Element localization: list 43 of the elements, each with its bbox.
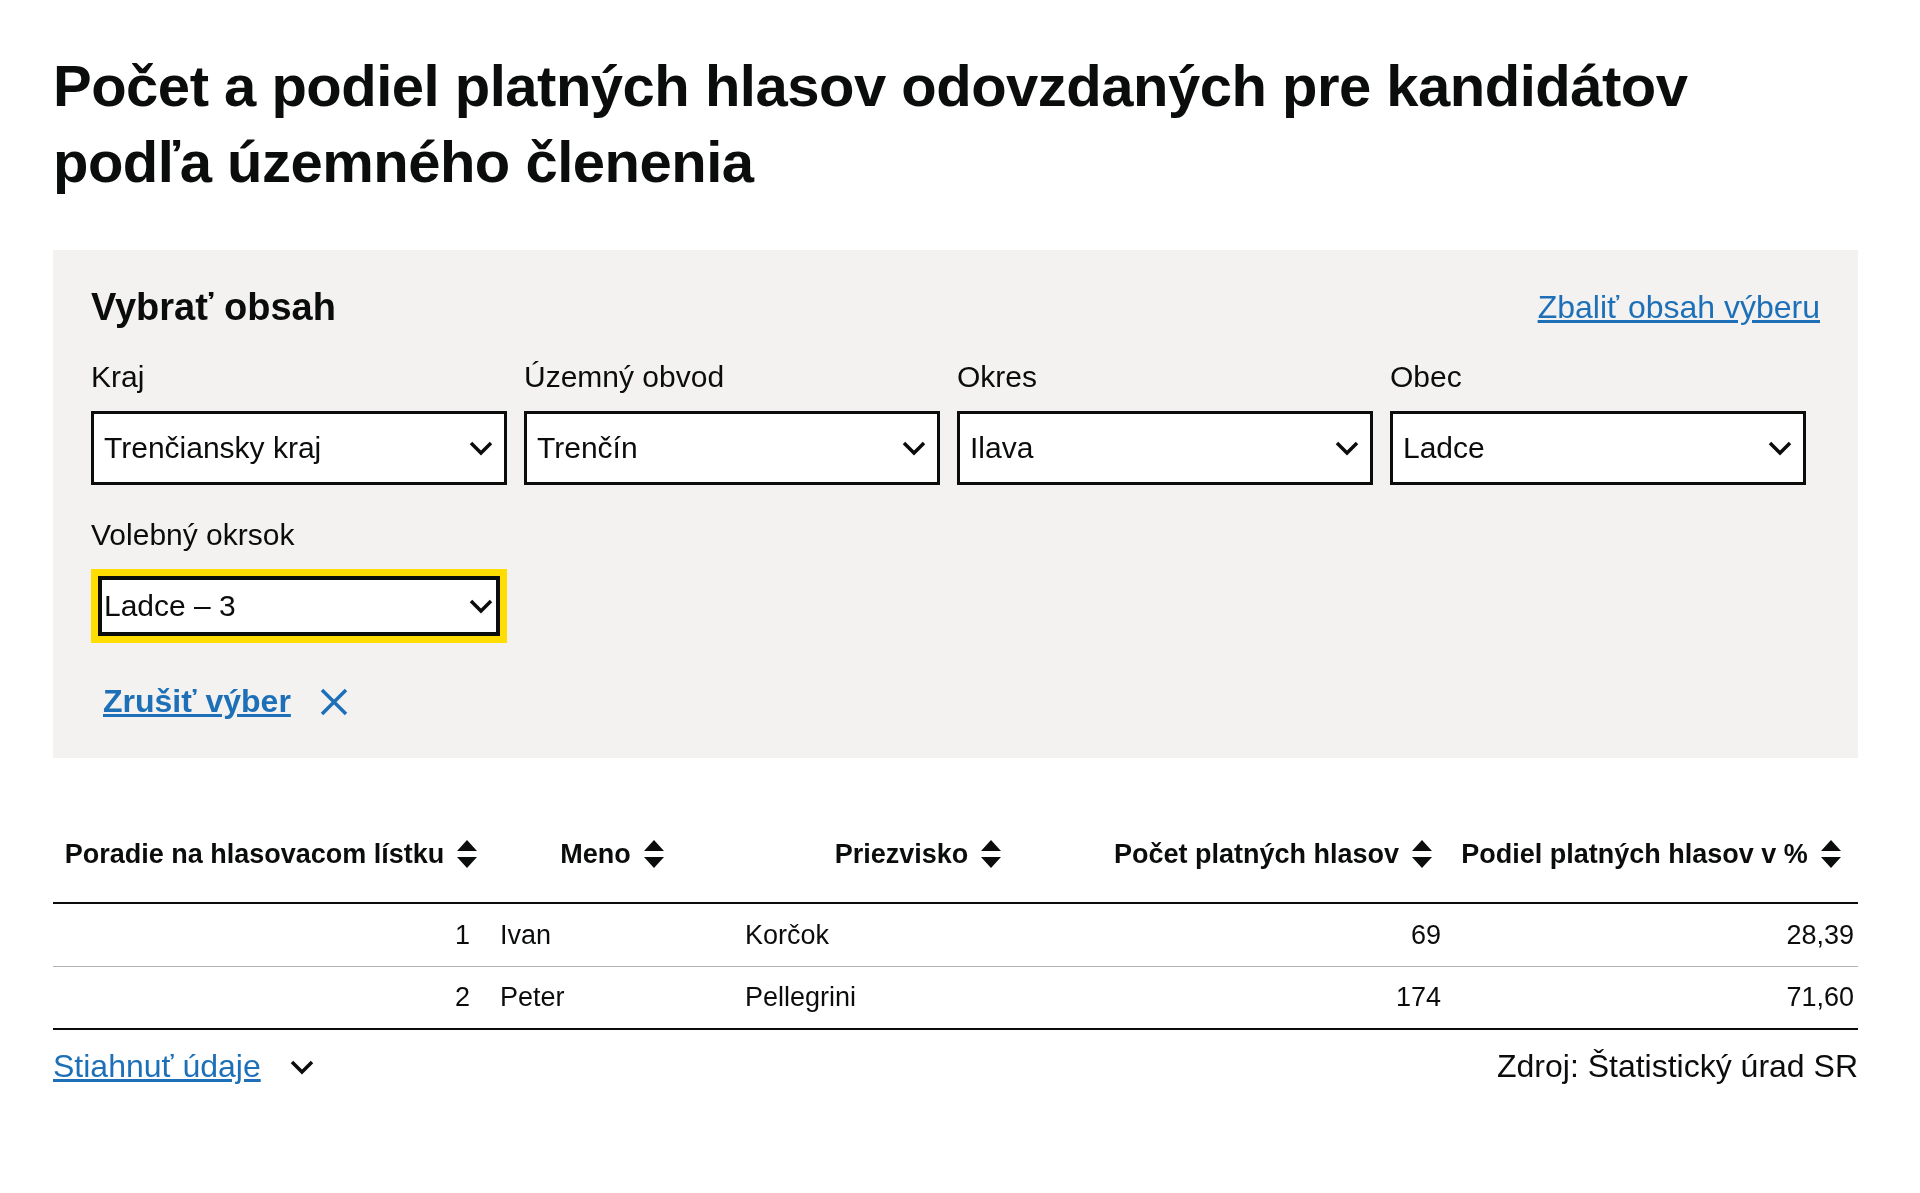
table-cell: Peter — [500, 982, 565, 1013]
dropdown-field[interactable]: Trenčiansky kraj — [91, 411, 507, 485]
source-note: Zdroj: Štatistický úrad SR — [1497, 1048, 1858, 1085]
field-label: Volebný okrsok — [91, 517, 296, 553]
clear-selection-link[interactable]: Zrušiť výber — [103, 683, 291, 720]
table-cell: Korčok — [745, 919, 830, 951]
column-header[interactable]: Poradie na hlasovacom lístku — [64, 834, 445, 874]
sort-icon[interactable] — [980, 839, 1003, 869]
page-title: Počet a podiel platných hlasov odovzdaných pre kandidátov podľa územného členenia — [53, 52, 1689, 196]
field-label: Okres — [957, 359, 1038, 395]
chevron-icon — [468, 440, 494, 456]
table-cell: 71,60 — [1786, 982, 1854, 1013]
dropdown-field[interactable]: Ladce – 3 — [91, 569, 507, 643]
close-icon[interactable] — [318, 686, 349, 717]
sort-icon[interactable] — [1819, 839, 1842, 869]
table-cell: 69 — [1410, 919, 1441, 951]
table-cell: Pellegrini — [745, 982, 857, 1013]
dropdown-field[interactable]: Trenčín — [524, 411, 940, 485]
collapse-link[interactable]: Zbaliť obsah výberu — [1537, 289, 1820, 326]
dropdown-field[interactable]: Ilava — [957, 411, 1373, 485]
column-header[interactable]: Priezvisko — [834, 834, 969, 874]
chevron-icon — [1334, 440, 1360, 456]
field-label: Kraj — [91, 359, 146, 395]
table-cell: Ivan — [500, 919, 552, 951]
chevron-icon — [901, 440, 927, 456]
sort-icon[interactable] — [1411, 839, 1434, 869]
sort-icon[interactable] — [642, 839, 665, 869]
download-link[interactable]: Stiahnuť údaje — [53, 1048, 261, 1085]
sort-icon[interactable] — [456, 839, 479, 869]
field-label: Územný obvod — [524, 359, 726, 395]
chevron-icon — [468, 598, 494, 614]
column-header[interactable]: Meno — [560, 834, 631, 874]
dropdown-field[interactable]: Ladce — [1390, 411, 1806, 485]
table-cell: 1 — [454, 919, 470, 951]
column-header[interactable]: Podiel platných hlasov v % — [1461, 834, 1808, 874]
field-label: Obec — [1390, 359, 1463, 395]
panel-heading: Vybrať obsah — [91, 286, 336, 329]
chevron-icon — [1767, 440, 1793, 456]
table-cell: 174 — [1395, 982, 1441, 1013]
table-cell: 2 — [454, 982, 470, 1013]
column-header[interactable]: Počet platných hlasov — [1113, 834, 1400, 874]
chevron-icon[interactable] — [288, 1058, 315, 1075]
table-cell: 28,39 — [1786, 919, 1854, 951]
